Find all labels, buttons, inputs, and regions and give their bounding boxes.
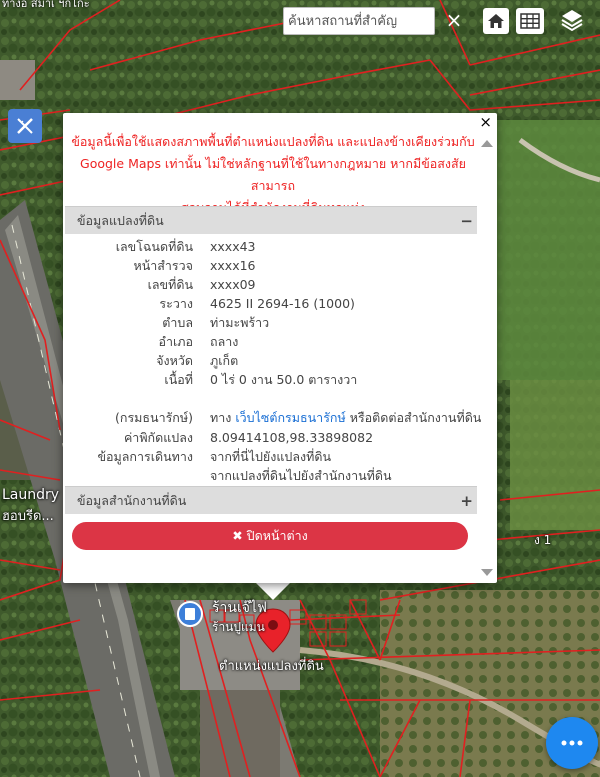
marker-caption: ตำแหน่งแปลงที่ดิน bbox=[219, 659, 324, 674]
expand-icon: + bbox=[460, 492, 473, 510]
row-subdistrict: ตำบล ท่ามะพร้าว bbox=[63, 313, 483, 333]
directions-to-office-link[interactable]: จากแปลงที่ดินไปยังสำนักงานที่ดิน bbox=[210, 466, 392, 486]
map-label-road: ง 1 bbox=[534, 533, 552, 547]
row-travel-info: ข้อมูลการเดินทาง จากที่นี่ไปยังแปลงที่ดิ… bbox=[63, 447, 483, 467]
office-section-header[interactable]: ข้อมูลสำนักงานที่ดิน + bbox=[65, 486, 477, 514]
row-key: อำเภอ bbox=[158, 334, 193, 349]
row-coordinates: ค่าพิกัดแปลง 8.09414108,98.33898082 bbox=[63, 428, 483, 448]
parcel-section-title: ข้อมูลแปลงที่ดิน bbox=[77, 213, 164, 228]
price-suffix: หรือติดต่อสำนักงานที่ดิน bbox=[349, 410, 482, 425]
parcel-info-popup: × ข้อมูลนี้เพื่อใช้แสดงสภาพพื้นที่ตำแหน่… bbox=[63, 113, 497, 583]
close-window-label: ปิดหน้าต่าง bbox=[246, 528, 308, 543]
row-key: ระวาง bbox=[159, 296, 193, 311]
row-key: จังหวัด bbox=[156, 353, 193, 368]
row-key: ค่าพิกัดแปลง bbox=[123, 430, 193, 445]
row-key: เนื้อที่ bbox=[164, 372, 193, 387]
row-key: ข้อมูลการเดินทาง bbox=[97, 449, 193, 464]
row-key: เลขโฉนดที่ดิน bbox=[115, 239, 193, 254]
popup-scroll-down-icon[interactable] bbox=[481, 569, 493, 576]
price-prefix: ทาง bbox=[210, 410, 232, 425]
measure-tool-button[interactable] bbox=[8, 109, 42, 143]
popup-scroll-up-icon[interactable] bbox=[481, 140, 493, 147]
row-key: ตำบล bbox=[162, 315, 193, 330]
parcel-section-header[interactable]: ข้อมูลแปลงที่ดิน − bbox=[65, 206, 477, 234]
map-label-place-2: ร้านปูแมน bbox=[212, 620, 265, 634]
row-treasury-price: (กรมธนารักษ์) ทาง เว็บไซต์กรมธนารักษ์ หร… bbox=[63, 408, 483, 428]
ruler-pencil-icon bbox=[17, 118, 33, 134]
row-key: หน้าสำรวจ bbox=[133, 258, 193, 273]
close-window-button[interactable]: ✖ ปิดหน้าต่าง bbox=[72, 522, 468, 550]
coordinates-link[interactable]: 8.09414108,98.33898082 bbox=[210, 428, 373, 448]
home-icon bbox=[488, 14, 504, 28]
close-x-icon: ✖ bbox=[232, 528, 243, 543]
map-label-place-1: ร้านเจ๊ไฟ bbox=[212, 600, 267, 616]
collapse-icon: − bbox=[460, 212, 473, 230]
popup-close-button[interactable]: × bbox=[479, 114, 492, 130]
more-dots-icon bbox=[561, 740, 583, 746]
row-value: 4625 II 2694-16 (1000) bbox=[210, 296, 355, 311]
home-button[interactable] bbox=[483, 8, 509, 34]
row-deed-number: เลขโฉนดที่ดิน xxxx43 bbox=[63, 237, 483, 257]
row-value: xxxx16 bbox=[210, 258, 256, 273]
grid-icon bbox=[520, 13, 540, 29]
row-value: ทาง เว็บไซต์กรมธนารักษ์ หรือติดต่อสำนักง… bbox=[210, 408, 481, 428]
layers-button[interactable] bbox=[556, 4, 588, 36]
popup-pointer bbox=[256, 583, 290, 600]
clear-search-button[interactable]: × bbox=[440, 7, 468, 35]
row-survey-page: หน้าสำรวจ xxxx16 bbox=[63, 256, 483, 276]
row-key: เลขที่ดิน bbox=[147, 277, 193, 292]
directions-to-parcel-link[interactable]: จากที่นี่ไปยังแปลงที่ดิน bbox=[210, 447, 331, 467]
row-key: (กรมธนารักษ์) bbox=[115, 410, 193, 425]
row-district: อำเภอ ถลาง bbox=[63, 332, 483, 352]
row-area: เนื้อที่ 0 ไร่ 0 งาน 50.0 ตารางวา bbox=[63, 370, 483, 390]
more-options-button[interactable] bbox=[546, 717, 598, 769]
map-label-laundry-thai: ฮอบรีด... bbox=[2, 509, 54, 524]
row-map-sheet: ระวาง 4625 II 2694-16 (1000) bbox=[63, 294, 483, 314]
search-input[interactable] bbox=[283, 7, 435, 35]
map-label-laundry: Laundry bbox=[2, 487, 60, 503]
map-label-top: ทางอ สมาเ ฯกโกะ bbox=[2, 0, 90, 10]
row-land-number: เลขที่ดิน xxxx09 bbox=[63, 275, 483, 295]
grid-button[interactable] bbox=[516, 8, 544, 34]
treasury-website-link[interactable]: เว็บไซต์กรมธนารักษ์ bbox=[235, 410, 345, 425]
row-value: xxxx43 bbox=[210, 239, 256, 254]
row-travel-info-2: จากแปลงที่ดินไปยังสำนักงานที่ดิน bbox=[63, 466, 483, 486]
layers-icon bbox=[561, 10, 583, 32]
office-section-title: ข้อมูลสำนักงานที่ดิน bbox=[77, 493, 187, 508]
row-value: ถลาง bbox=[210, 334, 239, 349]
disclaimer-line: Google Maps เท่านั้น ไม่ใช่หลักฐานที่ใช้… bbox=[80, 156, 466, 193]
row-value: 0 ไร่ 0 งาน 50.0 ตารางวา bbox=[210, 372, 358, 387]
row-value: xxxx09 bbox=[210, 277, 256, 292]
row-value: ท่ามะพร้าว bbox=[210, 315, 270, 330]
row-value: ภูเก็ต bbox=[210, 353, 239, 368]
disclaimer-line: ข้อมูลนี้เพื่อใช้แสดงสภาพพื้นที่ตำแหน่งแ… bbox=[71, 134, 475, 149]
row-province: จังหวัด ภูเก็ต bbox=[63, 351, 483, 371]
